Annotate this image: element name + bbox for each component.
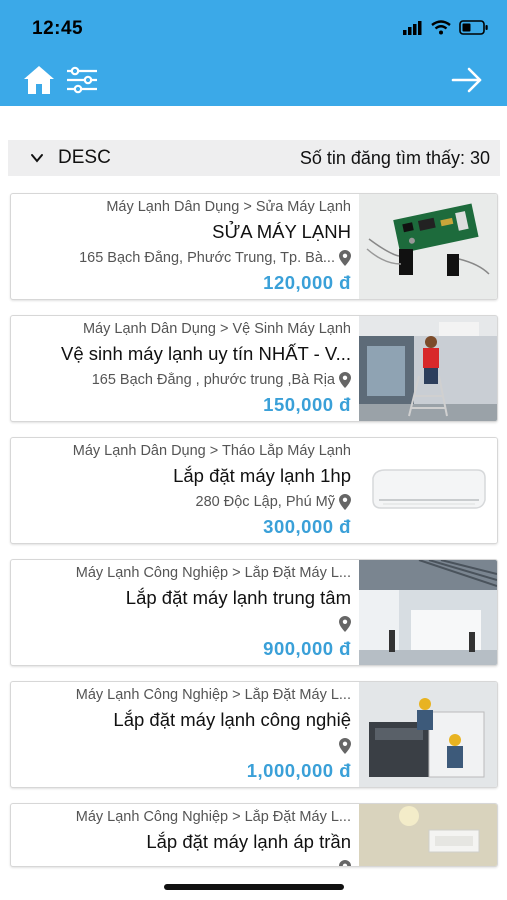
location-pin-icon	[339, 738, 351, 754]
listing-category: Máy Lạnh Dân Dụng > Vệ Sinh Máy Lạnh	[82, 321, 351, 337]
listing-category: Máy Lạnh Dân Dụng > Sửa Máy Lạnh	[106, 199, 351, 215]
listing-category: Máy Lạnh Công Nghiệp > Lắp Đặt Máy L...	[75, 687, 351, 703]
listing-title: Lắp đặt máy lạnh 1hp	[173, 465, 351, 486]
listing-info: Máy Lạnh Công Nghiệp > Lắp Đặt Máy L... …	[21, 682, 351, 787]
listing-image-circuit-board[interactable]	[359, 194, 497, 299]
listing-card[interactable]: Máy Lạnh Dân Dụng > Sửa Máy Lạnh SỬA MÁY…	[10, 193, 498, 300]
location-pin-icon	[339, 250, 351, 266]
sort-bar[interactable]: DESC Số tin đăng tìm thấy: 30	[8, 140, 500, 176]
listing-title: SỬA MÁY LẠNH	[212, 221, 351, 242]
location-pin-icon	[339, 372, 351, 388]
listing-category: Máy Lạnh Dân Dụng > Tháo Lắp Máy Lạnh	[72, 443, 351, 459]
app-header: 12:45	[0, 0, 507, 106]
listing-card[interactable]: Máy Lạnh Công Nghiệp > Lắp Đặt Máy L... …	[10, 559, 498, 666]
listing-title: Lắp đặt máy lạnh công nghiệ	[113, 709, 351, 730]
listing-title: Lắp đặt máy lạnh trung tâm	[125, 587, 351, 608]
arrow-right-icon[interactable]	[451, 66, 483, 94]
result-count: Số tin đăng tìm thấy: 30	[299, 147, 490, 168]
listing-card[interactable]: Máy Lạnh Dân Dụng > Tháo Lắp Máy Lạnh Lắ…	[10, 437, 498, 544]
location-pin-icon	[339, 860, 351, 866]
listing-image-industrial-install[interactable]	[359, 682, 497, 787]
listing-address-row	[21, 737, 351, 755]
filter-sliders-icon[interactable]	[66, 66, 98, 94]
status-icons	[403, 20, 489, 35]
listing-category: Máy Lạnh Công Nghiệp > Lắp Đặt Máy L...	[75, 809, 351, 825]
listing-title: Vệ sinh máy lạnh uy tín NHẤT - V...	[61, 343, 351, 364]
home-icon[interactable]	[22, 64, 56, 96]
listing-image-technician-ladder[interactable]	[359, 316, 497, 421]
listing-card[interactable]: Máy Lạnh Công Nghiệp > Lắp Đặt Máy L... …	[10, 681, 498, 788]
listing-address: 165 Bạch Đằng, Phước Trung, Tp. Bà...	[79, 250, 335, 266]
home-indicator	[164, 884, 344, 890]
listing-title: Lắp đặt máy lạnh áp trần	[146, 831, 351, 852]
listing-info: Máy Lạnh Dân Dụng > Tháo Lắp Máy Lạnh Lắ…	[21, 438, 351, 543]
listing-card[interactable]: Máy Lạnh Dân Dụng > Vệ Sinh Máy Lạnh Vệ …	[10, 315, 498, 422]
wifi-icon	[431, 20, 451, 35]
listing-address: 280 Độc Lập, Phú Mỹ	[195, 494, 335, 510]
listing-address-row: 165 Bạch Đằng, Phước Trung, Tp. Bà...	[21, 249, 351, 267]
listing-price: 150,000 đ	[263, 394, 351, 415]
listing-image-office-ceiling[interactable]	[359, 560, 497, 665]
listing-price: 1,000,000 đ	[246, 760, 351, 781]
chevron-down-icon[interactable]	[30, 151, 44, 165]
battery-icon	[459, 20, 488, 35]
listing-image-wall-ac-unit[interactable]	[359, 438, 497, 543]
listing-address: 165 Bạch Đằng , phước trung ,Bà Rịa	[91, 372, 335, 388]
cellular-signal-icon	[403, 20, 422, 35]
listing-address-row	[21, 859, 351, 866]
listing-info: Máy Lạnh Công Nghiệp > Lắp Đặt Máy L... …	[21, 560, 351, 665]
sort-order-label[interactable]: DESC	[58, 147, 111, 169]
listing-info: Máy Lạnh Công Nghiệp > Lắp Đặt Máy L... …	[21, 804, 351, 866]
listing-address-row: 280 Độc Lập, Phú Mỹ	[21, 493, 351, 511]
listing-address-row: 165 Bạch Đằng , phước trung ,Bà Rịa	[21, 371, 351, 389]
listing-category: Máy Lạnh Công Nghiệp > Lắp Đặt Máy L...	[75, 565, 351, 581]
location-pin-icon	[339, 616, 351, 632]
listing-price: 900,000 đ	[263, 638, 351, 659]
listing-card[interactable]: Máy Lạnh Công Nghiệp > Lắp Đặt Máy L... …	[10, 803, 498, 867]
listing-price: 300,000 đ	[263, 516, 351, 537]
listing-info: Máy Lạnh Dân Dụng > Vệ Sinh Máy Lạnh Vệ …	[21, 316, 351, 421]
listing-image-ceiling-cassette[interactable]	[359, 804, 497, 866]
location-pin-icon	[339, 494, 351, 510]
listing-price: 120,000 đ	[263, 272, 351, 293]
listing-address-row	[21, 615, 351, 633]
listing-info: Máy Lạnh Dân Dụng > Sửa Máy Lạnh SỬA MÁY…	[21, 194, 351, 299]
status-time: 12:45	[32, 18, 84, 39]
